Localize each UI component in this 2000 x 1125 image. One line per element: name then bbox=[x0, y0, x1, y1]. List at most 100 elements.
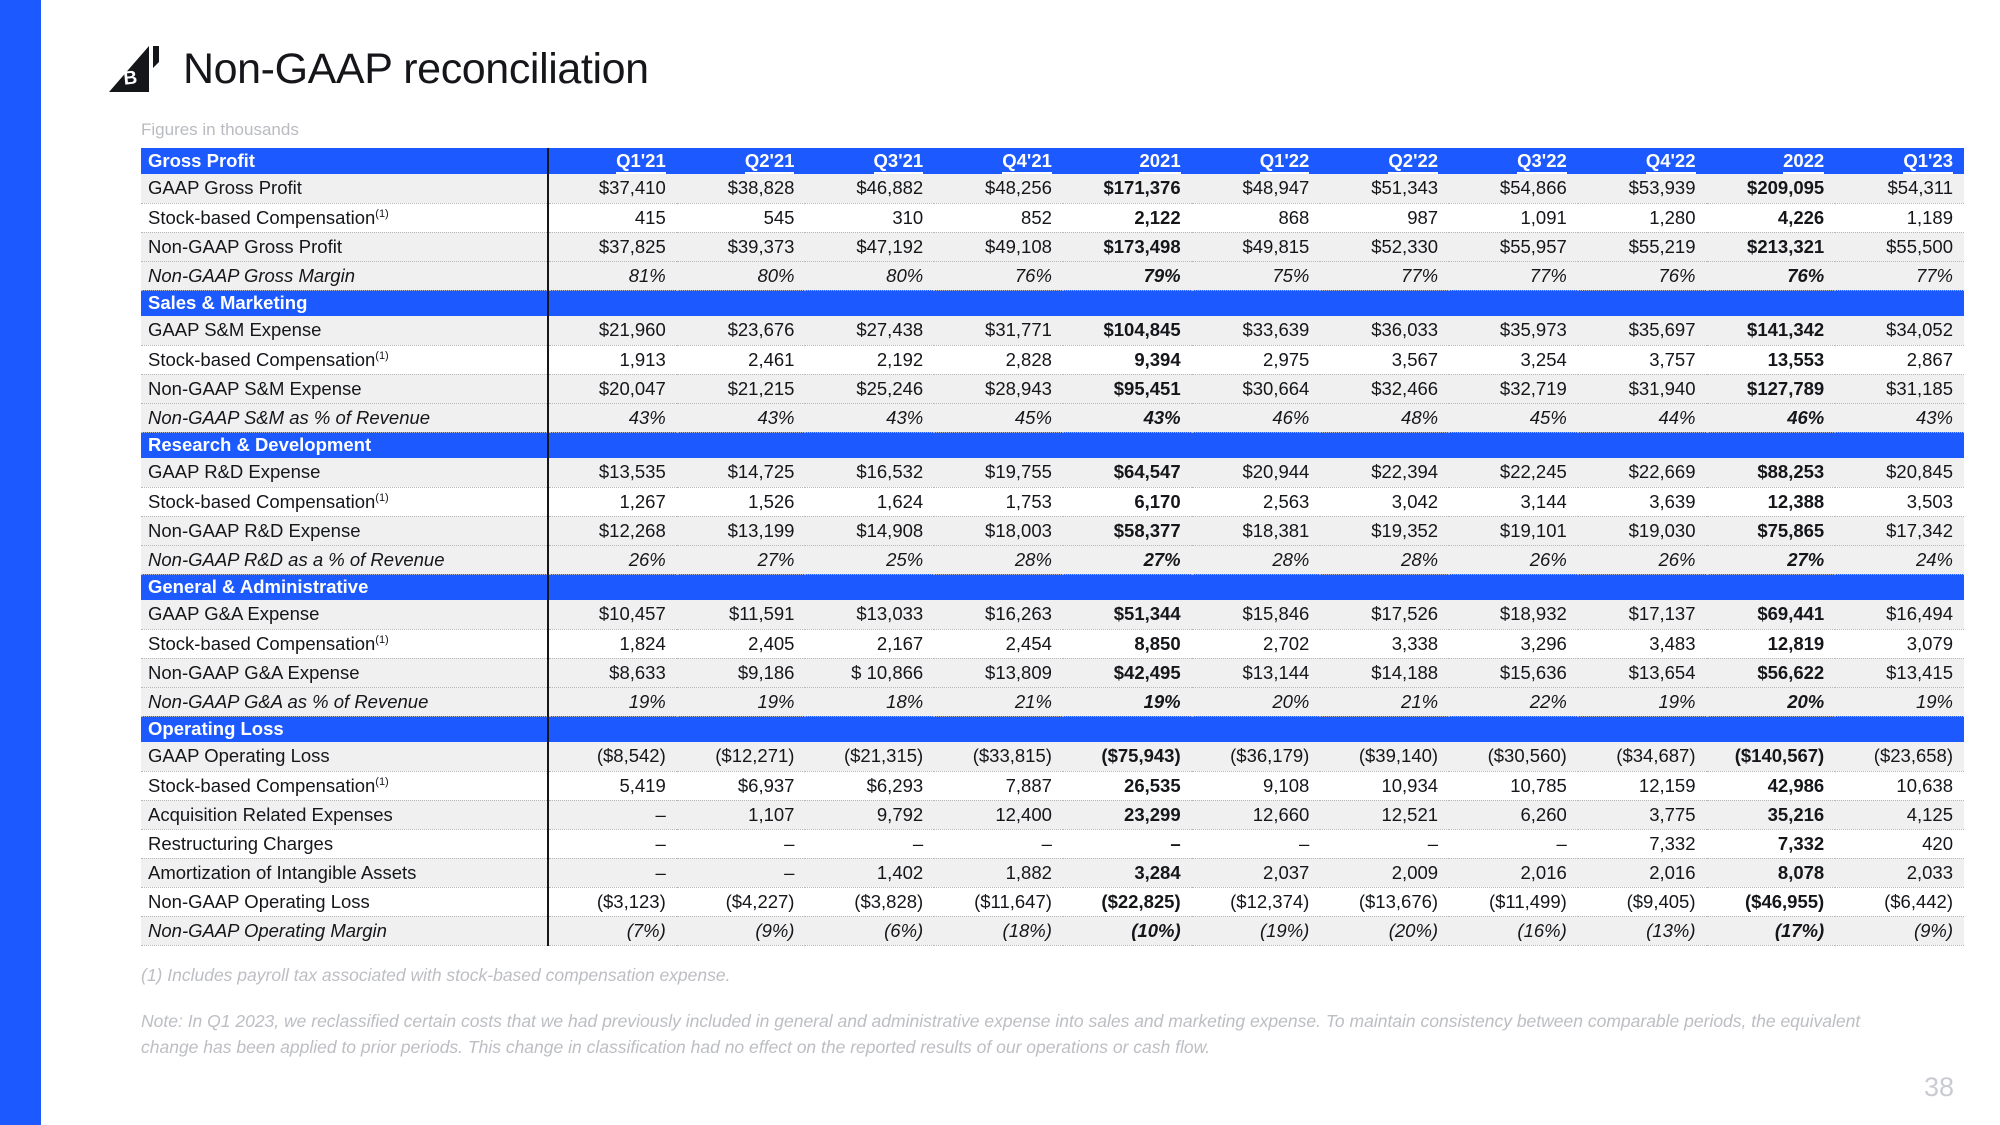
row-label: Non-GAAP Operating Margin bbox=[141, 916, 550, 946]
cell-value: 2,122 bbox=[1062, 203, 1192, 233]
row-label: Non-GAAP G&A as % of Revenue bbox=[141, 687, 550, 717]
cell-value: 3,503 bbox=[1835, 487, 1964, 517]
cell-value: ($11,499) bbox=[1449, 887, 1578, 917]
cell-value: – bbox=[548, 800, 677, 830]
cell-value: $64,547 bbox=[1062, 458, 1192, 488]
figures-in-thousands-label: Figures in thousands bbox=[141, 120, 299, 139]
cell-value: ($21,315) bbox=[805, 742, 935, 772]
cell-value: 5,419 bbox=[548, 771, 677, 801]
cell-value: $13,033 bbox=[805, 600, 935, 630]
cell-value: 7,332 bbox=[1706, 829, 1836, 859]
cell-value: 10,785 bbox=[1449, 771, 1578, 801]
row-label-text: Non-GAAP Gross Margin bbox=[148, 264, 355, 286]
cell-value: ($6,442) bbox=[1835, 887, 1964, 917]
cell-value: 1,753 bbox=[934, 487, 1063, 517]
cell-value: (19%) bbox=[1191, 916, 1321, 946]
cell-value: 43% bbox=[805, 403, 935, 433]
cell-value: – bbox=[1449, 829, 1578, 859]
cell-value: 19% bbox=[1577, 687, 1707, 717]
column-header-label: Q1'23 bbox=[1903, 150, 1953, 174]
cell-value: (9%) bbox=[1835, 916, 1964, 946]
cell-value: $8,633 bbox=[548, 658, 677, 688]
cell-value: 76% bbox=[1577, 261, 1707, 291]
section-header-spacer bbox=[805, 574, 935, 600]
table-row: Stock-based Compensation(1) 1,267 1,526 1,6… bbox=[141, 487, 1964, 517]
row-label-text: Non-GAAP R&D as a % of Revenue bbox=[148, 548, 445, 570]
footnote-marker: (1) bbox=[375, 491, 389, 504]
section-header-row: General & Administrative bbox=[141, 574, 1964, 600]
column-header-3: Q4'21 bbox=[934, 148, 1063, 174]
section-header-spacer bbox=[1706, 290, 1836, 316]
cell-value: $20,845 bbox=[1835, 458, 1964, 488]
section-header-spacer bbox=[1062, 290, 1192, 316]
cell-value: 46% bbox=[1191, 403, 1321, 433]
section-header-spacer bbox=[1449, 432, 1578, 458]
cell-value: $88,253 bbox=[1706, 458, 1836, 488]
section-header-spacer bbox=[1320, 574, 1450, 600]
section-header-spacer bbox=[1706, 432, 1836, 458]
cell-value: $21,215 bbox=[676, 374, 806, 404]
section-header-spacer bbox=[548, 290, 677, 316]
cell-value: $49,108 bbox=[934, 232, 1063, 262]
cell-value: 35,216 bbox=[1706, 800, 1836, 830]
cell-value: 1,267 bbox=[548, 487, 677, 517]
column-header-5: Q1'22 bbox=[1191, 148, 1321, 174]
column-header-label: Q4'21 bbox=[1002, 150, 1052, 174]
cell-value: 21% bbox=[934, 687, 1063, 717]
cell-value: (9%) bbox=[676, 916, 806, 946]
cell-value: $13,199 bbox=[676, 516, 806, 546]
cell-value: (7%) bbox=[548, 916, 677, 946]
cell-value: 44% bbox=[1577, 403, 1707, 433]
section-header-spacer bbox=[676, 290, 806, 316]
cell-value: 43% bbox=[548, 403, 677, 433]
cell-value: – bbox=[676, 829, 806, 859]
section-title: Research & Development bbox=[141, 432, 550, 458]
reclassification-note: Note: In Q1 2023, we reclassified certai… bbox=[141, 1010, 1861, 1057]
cell-value: 2,461 bbox=[676, 345, 806, 375]
cell-value: 24% bbox=[1835, 545, 1964, 575]
cell-value: $16,494 bbox=[1835, 600, 1964, 630]
cell-value: $27,438 bbox=[805, 316, 935, 346]
cell-value: $15,636 bbox=[1449, 658, 1578, 688]
cell-value: 8,850 bbox=[1062, 629, 1192, 659]
cell-value: (10%) bbox=[1062, 916, 1192, 946]
left-accent-bar bbox=[0, 0, 41, 1125]
column-header-9: 2022 bbox=[1706, 148, 1836, 174]
cell-value: $37,410 bbox=[548, 174, 677, 204]
cell-value: $69,441 bbox=[1706, 600, 1836, 630]
cell-value: 28% bbox=[1191, 545, 1321, 575]
cell-value: 415 bbox=[548, 203, 677, 233]
section-header-spacer bbox=[805, 432, 935, 458]
table-row: Non-GAAP R&D Expense $12,268 $13,199 $14,90… bbox=[141, 516, 1964, 546]
cell-value: 80% bbox=[805, 261, 935, 291]
cell-value: $47,192 bbox=[805, 232, 935, 262]
slide-header: B Non-GAAP reconciliation bbox=[41, 0, 2000, 94]
page-number: 38 bbox=[1923, 1072, 1954, 1102]
cell-value: (16%) bbox=[1449, 916, 1578, 946]
column-header-6: Q2'22 bbox=[1320, 148, 1450, 174]
row-label: GAAP Gross Profit bbox=[141, 174, 550, 204]
column-header-label: Q3'22 bbox=[1517, 150, 1567, 174]
cell-value: 2,192 bbox=[805, 345, 935, 375]
cell-value: 9,108 bbox=[1191, 771, 1321, 801]
section-header-spacer bbox=[934, 432, 1063, 458]
cell-value: $16,532 bbox=[805, 458, 935, 488]
cell-value: $53,939 bbox=[1577, 174, 1707, 204]
cell-value: 13,553 bbox=[1706, 345, 1836, 375]
cell-value: $18,932 bbox=[1449, 600, 1578, 630]
cell-value: 28% bbox=[1320, 545, 1450, 575]
section-header-spacer bbox=[676, 432, 806, 458]
cell-value: $52,330 bbox=[1320, 232, 1450, 262]
row-label: GAAP G&A Expense bbox=[141, 600, 550, 630]
cell-value: 46% bbox=[1706, 403, 1836, 433]
cell-value: $48,947 bbox=[1191, 174, 1321, 204]
cell-value: $34,052 bbox=[1835, 316, 1964, 346]
cell-value: 3,567 bbox=[1320, 345, 1450, 375]
cell-value: 12,388 bbox=[1706, 487, 1836, 517]
cell-value: ($75,943) bbox=[1062, 742, 1192, 772]
cell-value: 2,037 bbox=[1191, 858, 1321, 888]
row-label: Acquisition Related Expenses bbox=[141, 800, 550, 830]
cell-value: 1,107 bbox=[676, 800, 806, 830]
cell-value: $17,342 bbox=[1835, 516, 1964, 546]
row-label: Non-GAAP S&M as % of Revenue bbox=[141, 403, 550, 433]
